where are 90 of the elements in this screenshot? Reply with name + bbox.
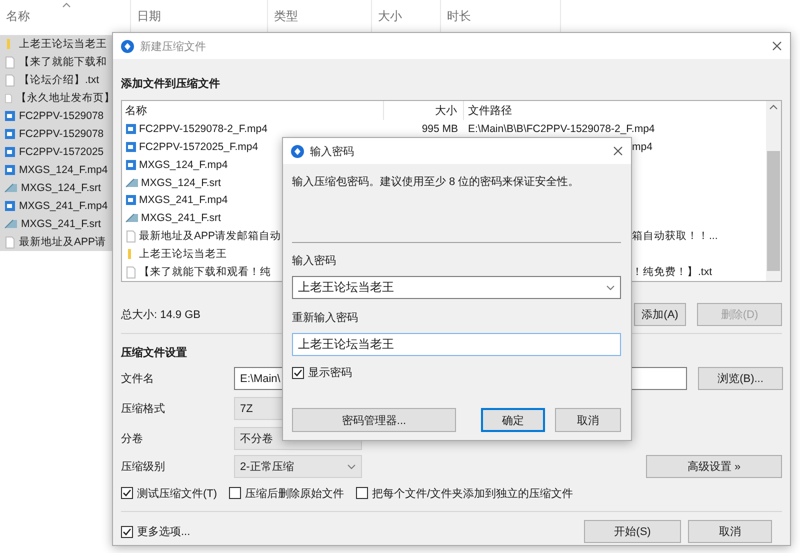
checkbox[interactable] [121,526,133,538]
field-label: 文件名 [121,372,155,386]
window-title: 新建压缩文件 [140,40,207,54]
column-header[interactable]: 名称 [122,101,384,120]
section-title: 压缩文件设置 [121,346,188,360]
file-name[interactable]: 最新地址及APP请发邮箱自动 [139,229,282,244]
subtitle-file-icon [4,182,18,194]
file-item[interactable]: FC2PPV-1529078 [0,125,115,143]
ok-button[interactable]: 确定 [481,408,545,432]
level-select[interactable]: 2-正常压缩 [234,455,362,478]
checkbox[interactable] [292,366,304,378]
video-file-icon [4,164,16,176]
file-item[interactable]: 最新地址及APP请 [0,233,115,251]
checkbox-label: 压缩后删除原始文件 [245,486,344,500]
video-file-icon [4,146,16,158]
app-logo-icon [291,144,304,158]
file-name[interactable]: 上老王论坛当老王 [139,247,227,262]
file-item[interactable]: MXGS_241_F.srt [0,215,115,233]
video-file-icon [4,110,16,122]
file-item[interactable]: MXGS_241_F.mp4 [0,197,115,215]
checkbox[interactable] [356,487,368,499]
close-icon[interactable] [613,146,623,156]
checkbox-label: 显示密码 [308,366,352,380]
file-name[interactable]: FC2PPV-1529078-2_F.mp4 [139,122,268,135]
column-header[interactable]: 大小 [384,101,464,120]
file-name[interactable]: MXGS_124_F.mp4 [139,158,228,171]
file-item[interactable]: 上老王论坛当老王 [0,35,115,53]
field-label: 重新输入密码 [292,310,359,325]
sort-caret-icon [62,2,71,8]
field-label: 压缩格式 [121,402,166,416]
file-path: ！纯免费！】.txt [632,265,712,280]
checkbox[interactable] [121,487,133,499]
file-name[interactable]: MXGS_241_F.srt [141,212,221,224]
document-icon [4,92,13,104]
video-file-icon [4,200,16,212]
video-file-icon [4,128,16,140]
section-title: 添加文件到压缩文件 [121,76,221,91]
file-path: E:\Main\B\B\FC2PPV-1529078-2_F.mp4 [468,122,655,135]
cancel-button[interactable]: 取消 [555,408,621,432]
checkbox-label: 更多选项... [137,525,190,539]
app-logo-icon [121,40,134,52]
confirm-password-field[interactable]: 上老王论坛当老王 [292,333,621,356]
file-path: mp4 [632,140,652,153]
checkbox-label: 测试压缩文件(T) [137,486,218,500]
add-button[interactable]: 添加(A) [634,303,686,326]
document-icon [4,236,16,248]
more-options-checkbox[interactable]: 更多选项... [121,524,190,539]
document-icon [4,74,16,86]
file-item[interactable]: 【永久地址发布页】 [0,89,115,107]
file-item[interactable]: MXGS_124_F.srt [0,179,115,197]
field-label: 输入密码 [292,254,337,268]
cancel-button[interactable]: 取消 [688,520,772,543]
dialog-title: 输入密码 [310,144,355,158]
file-item[interactable]: 【来了就能下载和 [0,53,115,71]
checkbox[interactable] [229,487,242,499]
file-name[interactable]: 【来了就能下载和观看！纯 [139,265,271,280]
video-file-icon [125,194,137,206]
start-button[interactable]: 开始(S) [584,520,681,543]
subtitle-file-icon [125,212,139,224]
password-manager-button[interactable]: 密码管理器... [292,408,456,432]
document-icon [125,230,137,243]
video-file-icon [125,122,137,135]
option-checkbox[interactable]: 压缩后删除原始文件 [229,486,344,500]
video-file-icon [125,158,137,171]
column-header[interactable]: 文件路径 [464,101,766,120]
show-password-checkbox[interactable]: 显示密码 [292,365,352,380]
option-checkbox[interactable]: 测试压缩文件(T) [121,486,218,500]
password-combobox[interactable]: 上老王论坛当老王 [292,276,621,299]
document-icon [4,56,16,68]
field-label: 分卷 [121,432,144,446]
subtitle-file-icon [125,176,139,189]
file-item[interactable]: FC2PPV-1529078 [0,107,115,125]
file-size: 995 MB [422,122,458,135]
file-item[interactable]: 【论坛介绍】.txt [0,71,115,89]
scrollbar[interactable] [766,101,781,281]
password-hint: 输入压缩包密码。建议使用至少 8 位的密码来保证安全性。 [292,174,580,189]
advanced-settings-button[interactable]: 高级设置 » [646,455,782,478]
total-size: 总大小: 14.9 GB [121,308,200,322]
subtitle-file-icon [4,218,18,230]
file-item[interactable]: FC2PPV-1572025 [0,143,115,161]
file-path: 箱自动获取！！... [632,229,718,244]
browse-button[interactable]: 浏览(B)... [698,367,783,390]
file-name[interactable]: FC2PPV-1572025_F.mp4 [139,140,258,153]
file-name[interactable]: MXGS_241_F.mp4 [139,194,228,206]
field-label: 压缩级别 [121,460,166,474]
document-icon [125,266,137,279]
video-file-icon [125,140,137,153]
close-icon[interactable] [772,41,782,51]
file-name[interactable]: MXGS_124_F.srt [141,176,221,189]
file-item[interactable]: MXGS_124_F.mp4 [0,161,115,179]
